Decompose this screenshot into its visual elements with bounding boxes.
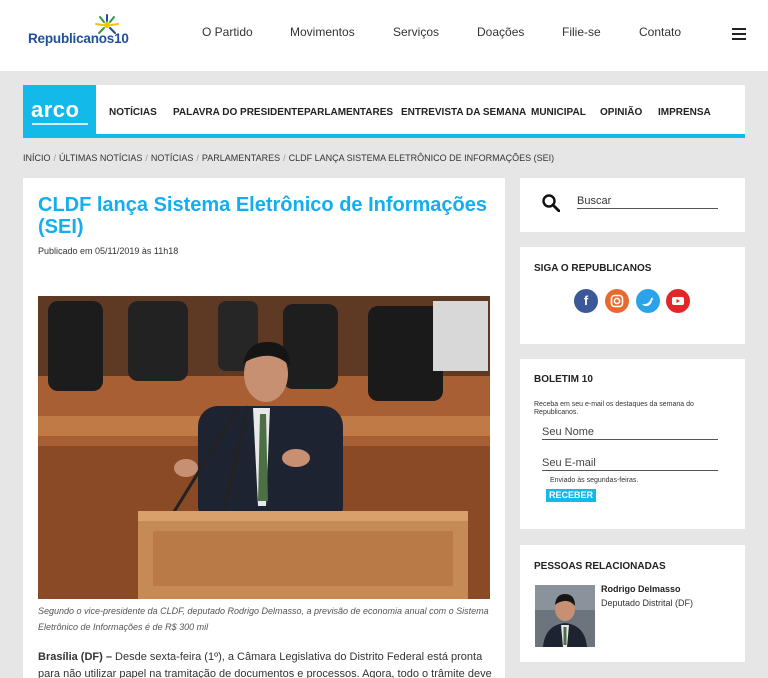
article-body-lead: Brasília (DF) – Desde sexta-feira (1º), … [38,649,493,678]
topnav-filie-se[interactable]: Filie-se [562,25,601,39]
topnav-o-partido[interactable]: O Partido [202,25,253,39]
arco-logo-underline [32,123,88,125]
article-published-date: Publicado em 05/11/2019 às 11h18 [38,246,179,256]
article-title: CLDF lança Sistema Eletrônico de Informa… [38,194,488,238]
newsletter-note: Enviado às segundas-feiras. [550,477,639,484]
arco-logo[interactable]: arco [23,85,96,134]
twitter-icon[interactable] [636,289,660,313]
related-people-card: PESSOAS RELACIONADAS Rodrigo Delmasso De… [520,545,745,662]
logo-number: 10 [114,31,129,46]
person-avatar[interactable] [535,585,595,647]
breadcrumb-separator: / [196,153,199,163]
newsletter-card: BOLETIM 10 Receba em seu e-mail os desta… [520,359,745,529]
instagram-icon[interactable] [605,289,629,313]
breadcrumb-current: CLDF LANÇA SISTEMA ELETRÔNICO DE INFORMA… [288,153,555,163]
person-role: Deputado Distrital (DF) [601,598,694,608]
breadcrumb-noticias[interactable]: NOTÍCIAS [151,153,194,163]
breadcrumb: INÍCIO / ÚLTIMAS NOTÍCIAS / NOTÍCIAS / PARLAME… [23,153,554,163]
newsletter-name-input[interactable] [542,424,718,440]
site-header: Republicanos10 O Partido Movimentos Serv… [0,0,768,71]
menu-icon[interactable] [732,28,746,40]
topnav-movimentos[interactable]: Movimentos [290,25,355,39]
topnav-servicos[interactable]: Serviços [393,25,439,39]
social-card: SIGA O REPUBLICANOS f [520,247,745,344]
topnav-doacoes[interactable]: Doações [477,25,524,39]
secnav-noticias[interactable]: NOTÍCIAS [109,107,157,118]
secnav-entrevista-da-semana[interactable]: ENTREVISTA DA SEMANA [401,107,526,118]
breadcrumb-separator: / [145,153,148,163]
secnav-palavra-do-presidente[interactable]: PALAVRA DO PRESIDENTE [173,107,304,118]
search-input[interactable] [577,193,718,209]
secnav-imprensa[interactable]: IMPRENSA [658,107,711,118]
breadcrumb-separator: / [283,153,286,163]
logo-text: Republicanos [28,31,115,46]
newsletter-description: Receba em seu e-mail os destaques da sem… [534,401,694,416]
receber-button[interactable]: RECEBER [546,489,597,502]
breadcrumb-inicio[interactable]: INÍCIO [23,153,51,163]
search-icon[interactable] [542,194,560,212]
republicanos-logo[interactable]: Republicanos10 [28,14,129,48]
social-title: SIGA O REPUBLICANOS [534,263,652,274]
related-people-title: PESSOAS RELACIONADAS [534,561,666,572]
search-card [520,178,745,232]
secnav-municipal[interactable]: MUNICIPAL [531,107,586,118]
secnav-parlamentares[interactable]: PARLAMENTARES [304,107,393,118]
lead-dateline: Brasília (DF) – [38,651,112,663]
article-photo [38,296,490,599]
article-card: CLDF lança Sistema Eletrônico de Informa… [23,178,505,678]
topnav-contato[interactable]: Contato [639,25,681,39]
arco-navbar: arco NOTÍCIAS PALAVRA DO PRESIDENTE PARL… [23,85,745,138]
newsletter-title: BOLETIM 10 [534,374,593,385]
secnav-opiniao[interactable]: OPINIÃO [600,107,642,118]
article-photo-illustration [38,296,490,599]
arco-logo-text: arco [31,97,80,122]
youtube-icon[interactable] [666,289,690,313]
photo-caption: Segundo o vice-presidente da CLDF, deput… [38,606,489,632]
person-name[interactable]: Rodrigo Delmasso [601,584,681,594]
facebook-icon[interactable]: f [574,289,598,313]
breadcrumb-parlamentares[interactable]: PARLAMENTARES [202,153,280,163]
newsletter-email-input[interactable] [542,455,718,471]
breadcrumb-separator: / [53,153,57,163]
breadcrumb-ultimas-noticias[interactable]: ÚLTIMAS NOTÍCIAS [59,153,142,163]
